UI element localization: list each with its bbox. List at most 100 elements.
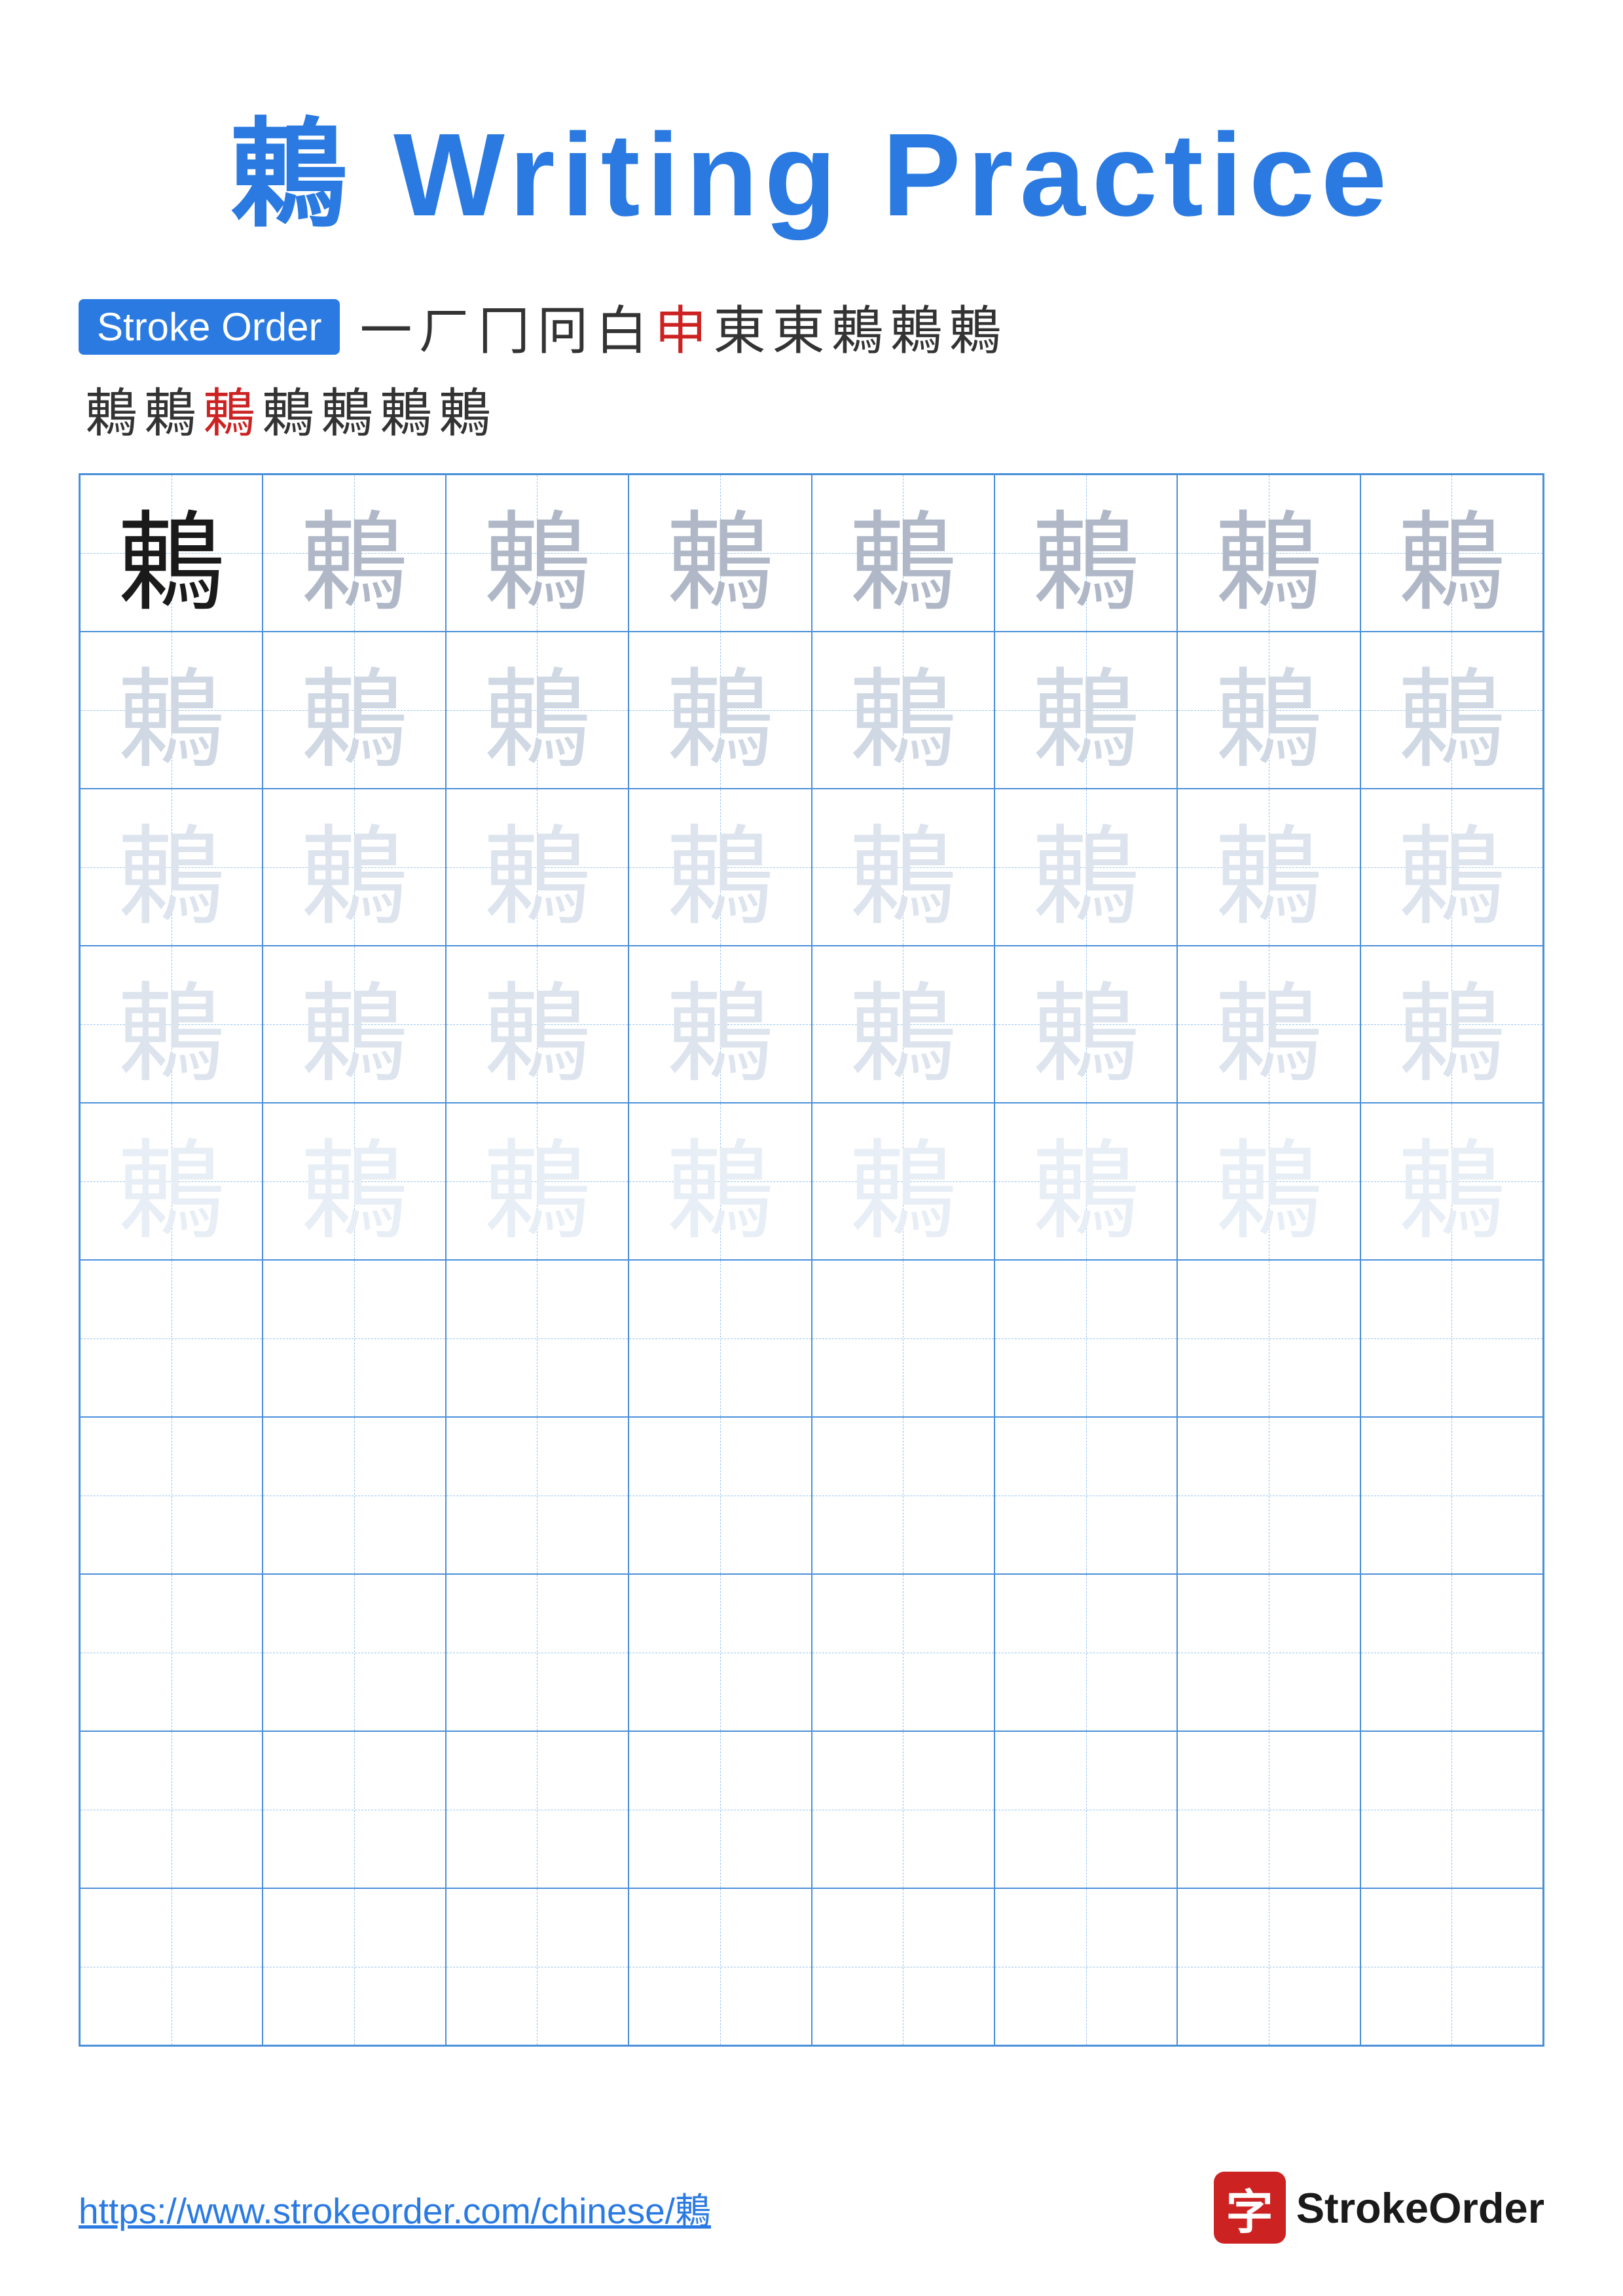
grid-cell-r8c4[interactable]	[629, 1574, 811, 1731]
char-r5c8: 鶇	[1398, 1103, 1506, 1260]
char-r2c6: 鶇	[1032, 632, 1140, 789]
grid-cell-r8c5[interactable]	[812, 1574, 994, 1731]
grid-cell-r9c2[interactable]	[263, 1731, 445, 1888]
grid-cell-r7c2[interactable]	[263, 1417, 445, 1574]
stroke-char-10: 鶇	[890, 289, 942, 365]
grid-cell-r4c1: 鶇	[80, 946, 263, 1103]
grid-cell-r4c3: 鶇	[446, 946, 629, 1103]
grid-cell-r10c4[interactable]	[629, 1888, 811, 2045]
char-r4c1: 鶇	[117, 946, 225, 1103]
strokeorder-logo-text: StrokeOrder	[1296, 2183, 1544, 2233]
stroke-order-row1: Stroke Order 一 ㄏ 冂 冋 白 申 東 東 鶇 鶇 鶇	[79, 289, 1544, 365]
char-r3c5: 鶇	[849, 789, 957, 946]
grid-cell-r7c8[interactable]	[1360, 1417, 1543, 1574]
char-r1c7: 鶇	[1214, 475, 1322, 632]
grid-cell-r10c2[interactable]	[263, 1888, 445, 2045]
grid-cell-r8c8[interactable]	[1360, 1574, 1543, 1731]
grid-cell-r7c4[interactable]	[629, 1417, 811, 1574]
grid-cell-r8c2[interactable]	[263, 1574, 445, 1731]
char-r1c5: 鶇	[849, 475, 957, 632]
grid-cell-r6c8[interactable]	[1360, 1260, 1543, 1417]
char-r3c1: 鶇	[117, 789, 225, 946]
footer-url: https://www.strokeorder.com/chinese/鶇	[79, 2181, 711, 2234]
char-r4c8: 鶇	[1398, 946, 1506, 1103]
grid-cell-r10c6[interactable]	[994, 1888, 1177, 2045]
grid-cell-r9c5[interactable]	[812, 1731, 994, 1888]
grid-cell-r10c5[interactable]	[812, 1888, 994, 2045]
grid-cell-r3c3: 鶇	[446, 789, 629, 946]
char-r4c6: 鶇	[1032, 946, 1140, 1103]
grid-cell-r2c5: 鶇	[812, 632, 994, 789]
grid-cell-r2c3: 鶇	[446, 632, 629, 789]
grid-cell-r3c6: 鶇	[994, 789, 1177, 946]
char-r1c1: 鶇	[117, 475, 225, 632]
stroke-char-8: 東	[772, 289, 824, 365]
char-r5c3: 鶇	[483, 1103, 591, 1260]
grid-cell-r10c8[interactable]	[1360, 1888, 1543, 2045]
grid-cell-r9c3[interactable]	[446, 1731, 629, 1888]
grid-cell-r6c7[interactable]	[1177, 1260, 1360, 1417]
grid-cell-r1c5: 鶇	[812, 475, 994, 632]
grid-cell-r5c3: 鶇	[446, 1103, 629, 1260]
stroke-char-1: 一	[359, 289, 412, 365]
char-r4c3: 鶇	[483, 946, 591, 1103]
grid-cell-r8c6[interactable]	[994, 1574, 1177, 1731]
char-r5c7: 鶇	[1214, 1103, 1322, 1260]
stroke-order-section: Stroke Order 一 ㄏ 冂 冋 白 申 東 東 鶇 鶇 鶇 鶇 鶇 鶇…	[79, 289, 1544, 447]
stroke-char-6: 申	[654, 289, 706, 365]
grid-cell-r9c7[interactable]	[1177, 1731, 1360, 1888]
grid-cell-r3c2: 鶇	[263, 789, 445, 946]
grid-cell-r7c1[interactable]	[80, 1417, 263, 1574]
grid-cell-r6c5[interactable]	[812, 1260, 994, 1417]
grid-cell-r7c7[interactable]	[1177, 1417, 1360, 1574]
grid-cell-r5c4: 鶇	[629, 1103, 811, 1260]
grid-cell-r5c7: 鶇	[1177, 1103, 1360, 1260]
stroke-char2-6: 鶇	[380, 371, 432, 447]
grid-cell-r6c4[interactable]	[629, 1260, 811, 1417]
char-r5c6: 鶇	[1032, 1103, 1140, 1260]
char-r2c5: 鶇	[849, 632, 957, 789]
grid-cell-r5c6: 鶇	[994, 1103, 1177, 1260]
char-r1c2: 鶇	[301, 475, 409, 632]
grid-cell-r5c1: 鶇	[80, 1103, 263, 1260]
grid-cell-r10c1[interactable]	[80, 1888, 263, 2045]
grid-cell-r2c7: 鶇	[1177, 632, 1360, 789]
grid-cell-r2c2: 鶇	[263, 632, 445, 789]
grid-cell-r3c8: 鶇	[1360, 789, 1543, 946]
grid-cell-r8c3[interactable]	[446, 1574, 629, 1731]
char-r4c5: 鶇	[849, 946, 957, 1103]
char-r2c2: 鶇	[301, 632, 409, 789]
grid-cell-r9c6[interactable]	[994, 1731, 1177, 1888]
grid-cell-r6c3[interactable]	[446, 1260, 629, 1417]
grid-cell-r5c2: 鶇	[263, 1103, 445, 1260]
grid-cell-r10c7[interactable]	[1177, 1888, 1360, 2045]
grid-cell-r9c4[interactable]	[629, 1731, 811, 1888]
grid-cell-r7c3[interactable]	[446, 1417, 629, 1574]
grid-cell-r6c2[interactable]	[263, 1260, 445, 1417]
grid-cell-r4c7: 鶇	[1177, 946, 1360, 1103]
char-r4c7: 鶇	[1214, 946, 1322, 1103]
grid-cell-r7c5[interactable]	[812, 1417, 994, 1574]
stroke-order-row2: 鶇 鶇 鶇 鶇 鶇 鶇 鶇	[79, 371, 1544, 447]
grid-cell-r7c6[interactable]	[994, 1417, 1177, 1574]
char-r2c1: 鶇	[117, 632, 225, 789]
grid-cell-r8c1[interactable]	[80, 1574, 263, 1731]
char-r2c3: 鶇	[483, 632, 591, 789]
grid-cell-r6c6[interactable]	[994, 1260, 1177, 1417]
grid-cell-r9c8[interactable]	[1360, 1731, 1543, 1888]
grid-cell-r8c7[interactable]	[1177, 1574, 1360, 1731]
stroke-char2-4: 鶇	[262, 371, 314, 447]
grid-cell-r1c4: 鶇	[629, 475, 811, 632]
grid-cell-r10c3[interactable]	[446, 1888, 629, 2045]
grid-cell-r9c1[interactable]	[80, 1731, 263, 1888]
stroke-char2-2: 鶇	[144, 371, 196, 447]
char-r5c2: 鶇	[301, 1103, 409, 1260]
grid-cell-r4c4: 鶇	[629, 946, 811, 1103]
grid-cell-r6c1[interactable]	[80, 1260, 263, 1417]
char-r5c4: 鶇	[666, 1103, 774, 1260]
grid-cell-r1c2: 鶇	[263, 475, 445, 632]
char-r5c1: 鶇	[117, 1103, 225, 1260]
grid-cell-r3c5: 鶇	[812, 789, 994, 946]
stroke-order-badge: Stroke Order	[79, 299, 340, 355]
page-title: 鶇 Writing Practice	[230, 79, 1393, 249]
